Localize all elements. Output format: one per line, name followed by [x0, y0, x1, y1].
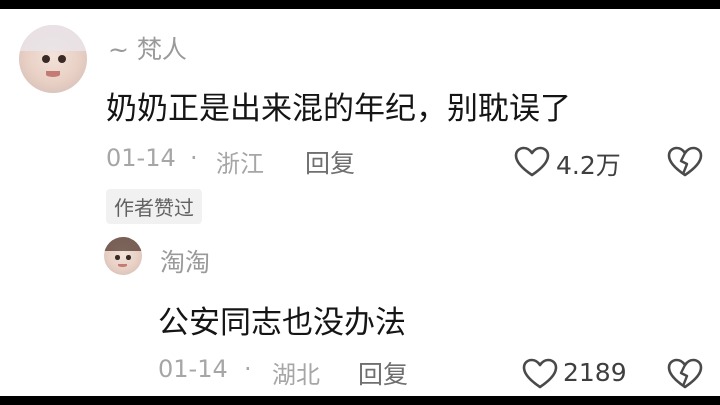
reply-location: 湖北 — [272, 361, 320, 389]
comment-location: 浙江 — [216, 150, 264, 178]
reply-username[interactable]: 淘淘 — [160, 243, 210, 279]
comment-thread: ~ 梵人 奶奶正是出来混的年纪，别耽误了 01-14 · 浙江 回复 4.2万 … — [0, 9, 720, 396]
reply-like-count: 2189 — [563, 358, 627, 387]
comment-reply-button[interactable]: 回复 — [305, 144, 355, 180]
author-liked-badge: 作者赞过 — [106, 189, 202, 224]
reply-reply-button[interactable]: 回复 — [358, 355, 408, 391]
comment-separator: · — [190, 144, 198, 172]
comment-text: 奶奶正是出来混的年纪，别耽误了 — [106, 91, 571, 127]
heart-icon[interactable] — [522, 358, 558, 390]
dislike-heart-icon[interactable] — [667, 358, 703, 390]
reply-text: 公安同志也没办法 — [158, 305, 406, 341]
comment-like-count: 4.2万 — [556, 151, 621, 180]
avatar[interactable] — [104, 237, 142, 275]
avatar[interactable] — [19, 25, 87, 93]
reply-separator: · — [244, 355, 252, 383]
reply-date: 01-14 — [158, 355, 228, 383]
comment-date: 01-14 — [106, 144, 176, 172]
dislike-heart-icon[interactable] — [667, 146, 703, 178]
heart-icon[interactable] — [514, 146, 550, 178]
comment-username[interactable]: ~ 梵人 — [108, 30, 187, 66]
